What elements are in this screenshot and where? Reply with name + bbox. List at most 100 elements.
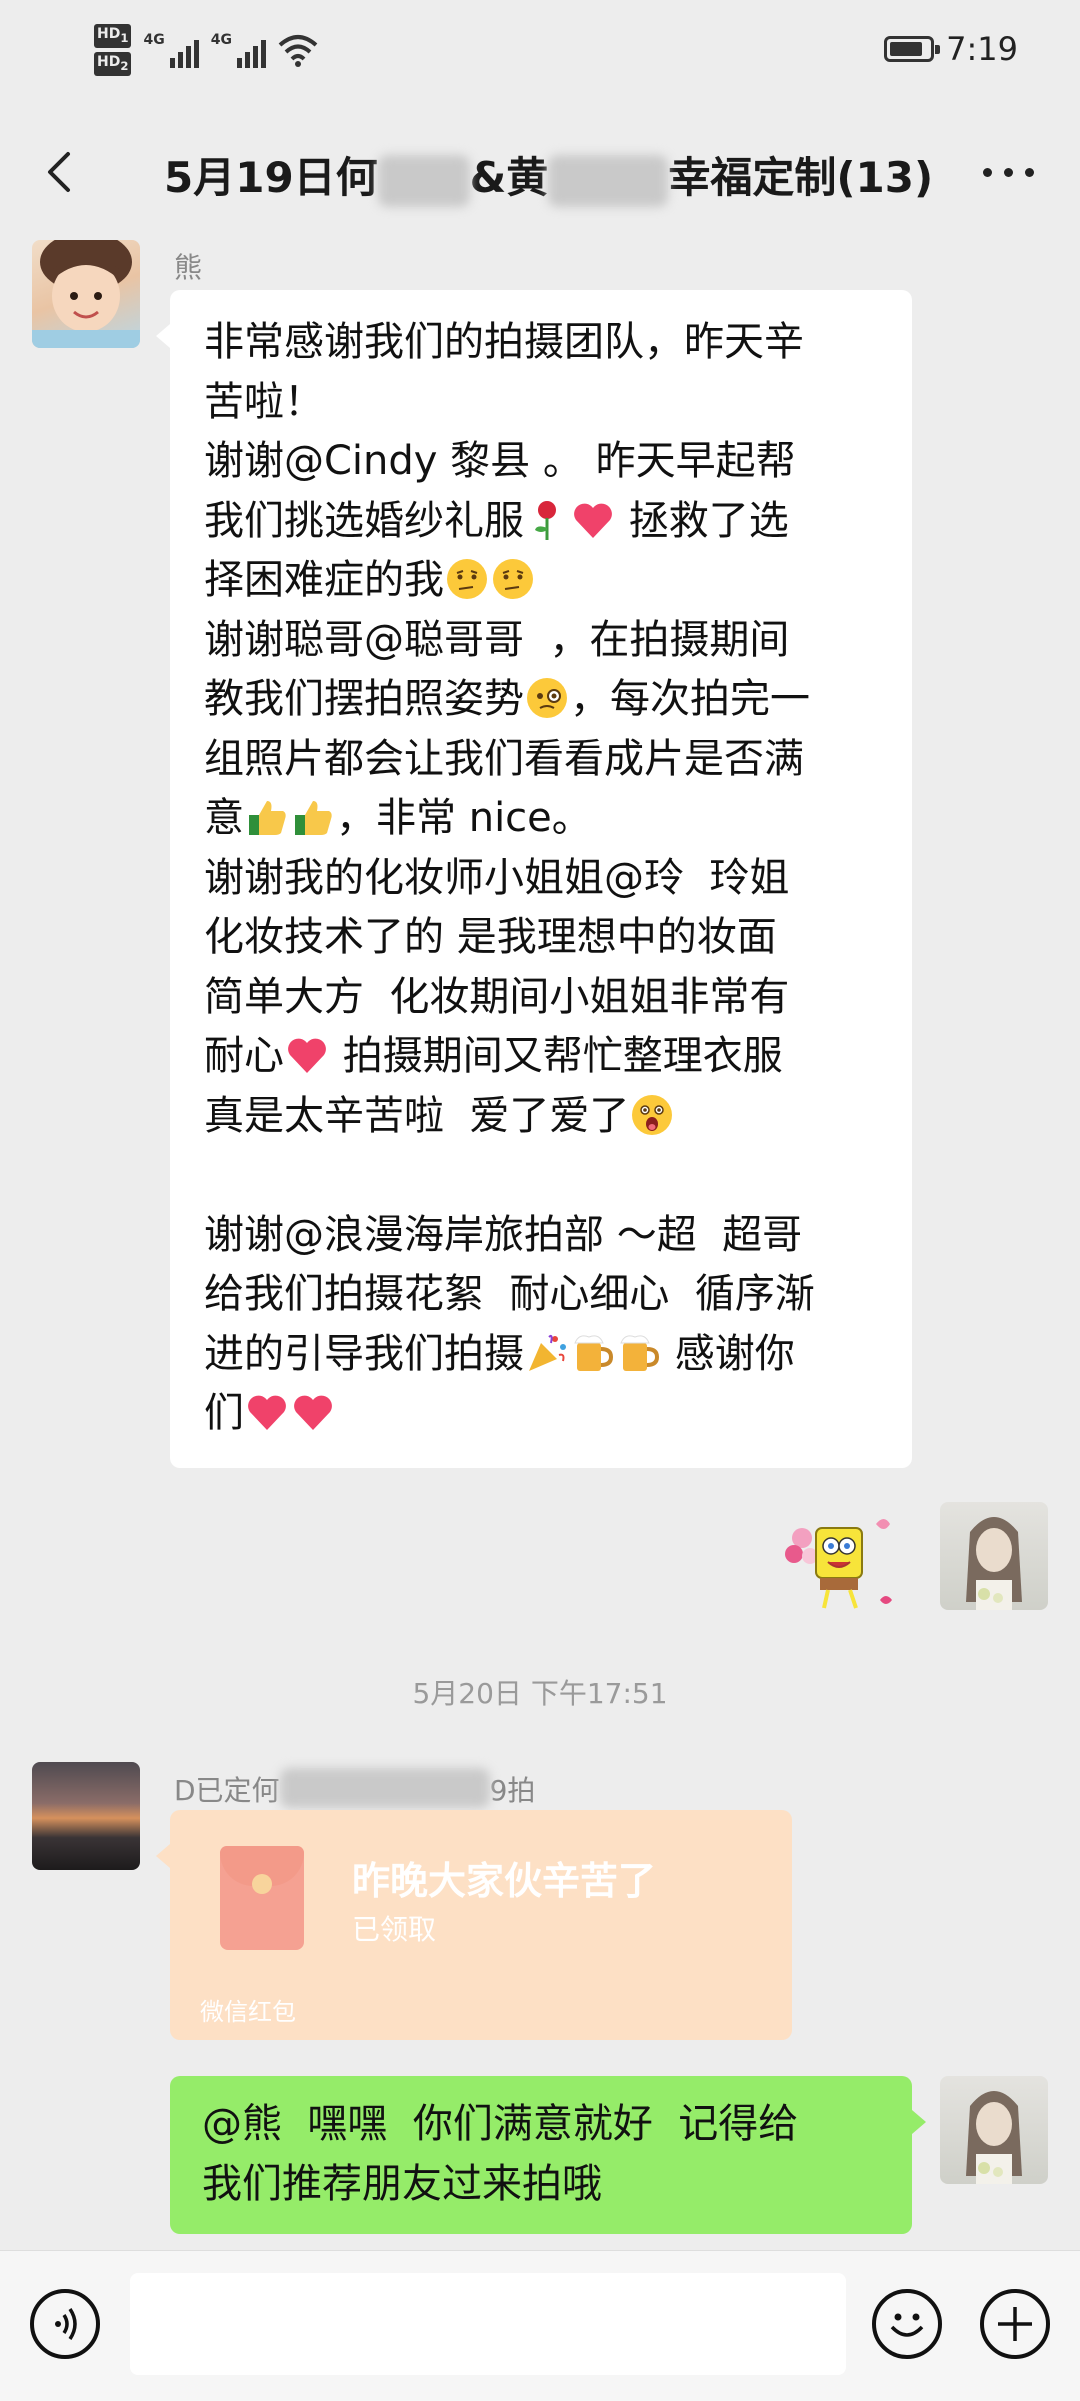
- wifi-icon: [278, 34, 318, 67]
- more-options-icon[interactable]: [983, 168, 1034, 177]
- hd-indicator: HD1 HD2: [94, 22, 132, 78]
- monocle-face-emoji: [527, 678, 567, 718]
- line-text: @熊 嘿嘿 你们满意就好 记得给: [202, 2101, 799, 2147]
- line-text: 谢谢聪哥@聪哥哥 ，在拍摄期间: [204, 616, 790, 663]
- red-packet-brand: 微信红包: [200, 1998, 296, 2026]
- back-arrow-icon[interactable]: [38, 148, 86, 196]
- line-text: 我们挑选婚纱礼服: [204, 497, 524, 544]
- network-indicators: HD1 HD2 4G 4G: [94, 22, 318, 78]
- clock: 7:19: [946, 30, 1018, 68]
- message-line: 组照片都会让我们看看成片是否满: [204, 730, 880, 790]
- message-timestamp: 5月20日 下午17:51: [412, 1677, 668, 1710]
- message-line: 给我们拍摄花絮 耐心细心 循序渐: [204, 1265, 880, 1325]
- avatar[interactable]: [32, 1762, 140, 1870]
- line-text: 谢谢我的化妆师小姐姐@玲 玲姐: [204, 854, 790, 901]
- sender-name: 熊: [174, 251, 203, 284]
- network-type-label: 4G: [210, 31, 232, 48]
- heart-emoji: [574, 503, 612, 538]
- red-packet-card[interactable]: 昨晚大家伙辛苦了 已领取 微信红包: [156, 1810, 792, 2040]
- sender-name-part: 9拍: [489, 1774, 536, 1807]
- red-packet-title: 昨晚大家伙辛苦了: [352, 1859, 657, 1903]
- my-message-bubble[interactable]: @熊 嘿嘿 你们满意就好 记得给 我们推荐朋友过来拍哦: [170, 2076, 926, 2234]
- message-line: 意 ，非常 nice。: [204, 789, 880, 849]
- message-line: 择困难症的我: [204, 551, 880, 611]
- message-line: [204, 1146, 880, 1206]
- smiley-icon: [890, 2313, 924, 2337]
- sticker-image: [785, 1519, 892, 1609]
- message-line: 我们挑选婚纱礼服 拯救了选: [204, 492, 880, 552]
- voice-input-button[interactable]: [30, 2289, 100, 2359]
- line-text: ，每次拍完一: [570, 676, 810, 722]
- rose-emoji: [535, 500, 556, 540]
- line-text: 真是太辛苦啦 爱了爱了: [204, 1092, 630, 1139]
- heart-emoji: [248, 1395, 286, 1430]
- title-part: 5月19日何: [164, 153, 378, 202]
- line-text: 教我们摆拍照姿势: [204, 676, 524, 722]
- status-right: 7:19: [884, 30, 1018, 68]
- avatar-girl-image: [32, 240, 140, 348]
- thumbs-up-emoji: [295, 801, 332, 835]
- voice-icon: [55, 2308, 77, 2340]
- blurred-name: [548, 154, 669, 207]
- title-part: &黄: [469, 153, 549, 202]
- sender-name-part: D已定何: [174, 1774, 280, 1807]
- signal-icon-2: 4G: [211, 32, 266, 68]
- line-text: 们: [204, 1390, 244, 1436]
- more-functions-button[interactable]: [980, 2289, 1050, 2359]
- line-text: 谢谢@浪漫海岸旅拍部 ～超 超哥: [204, 1211, 803, 1258]
- message-line: 谢谢@Cindy 黎县 。 昨天早起帮: [204, 432, 880, 492]
- line-text: 意: [204, 795, 244, 841]
- my-avatar[interactable]: [940, 1502, 1048, 1610]
- spongebob-sticker[interactable]: [780, 1508, 910, 1618]
- line-text: 拍摄期间又帮忙整理衣服: [330, 1033, 783, 1079]
- hd1-label: HD1: [94, 24, 132, 48]
- hd2-label: HD2: [94, 51, 132, 76]
- signal-icon-1: 4G: [143, 31, 199, 68]
- heart-emoji: [288, 1038, 326, 1073]
- line-text: 组照片都会让我们看看成片是否满: [204, 735, 804, 782]
- message-bubble[interactable]: 非常感谢我们的拍摄团队，昨天辛 苦啦！ 谢谢@Cindy 黎县 。 昨天早起帮 我们挑…: [156, 290, 912, 1468]
- line-text: 苦啦！: [204, 378, 324, 425]
- line-text: ，非常 nice。: [336, 795, 592, 841]
- message-line: 教我们摆拍照姿势 ，每次拍完一: [204, 670, 880, 730]
- beer-mug-emoji: [620, 1334, 660, 1371]
- message-line: 我们推荐朋友过来拍哦: [202, 2155, 882, 2215]
- plus-icon: [998, 2307, 1032, 2341]
- line-text: 择困难症的我: [204, 557, 444, 603]
- avatar-woman-image: [966, 2091, 1022, 2184]
- my-avatar[interactable]: [940, 2076, 1048, 2184]
- message-line: 谢谢@浪漫海岸旅拍部 ～超 超哥: [204, 1206, 880, 1266]
- sender-name: D已定何 9拍: [174, 1768, 535, 1809]
- message-line: 苦啦！: [204, 373, 880, 433]
- message-line: 们: [204, 1384, 880, 1444]
- heart-emoji: [294, 1395, 332, 1430]
- network-type-label: 4G: [143, 31, 165, 48]
- message-input[interactable]: [130, 2273, 846, 2375]
- red-packet-status: 已领取: [352, 1913, 437, 1946]
- message-line: 简单大方 化妆期间小姐姐非常有: [204, 968, 880, 1028]
- message-text: 非常感谢我们的拍摄团队，昨天辛 苦啦！ 谢谢@Cindy 黎县 。 昨天早起帮 我们挑…: [204, 313, 880, 1444]
- line-text: 给我们拍摄花絮 耐心细心 循序渐: [204, 1271, 815, 1317]
- line-text: 化妆技术了的 是我理想中的妆面: [204, 914, 777, 960]
- line-text: 简单大方 化妆期间小姐姐非常有: [204, 973, 790, 1020]
- message-line: 耐心 拍摄期间又帮忙整理衣服: [204, 1027, 880, 1087]
- message-line: 非常感谢我们的拍摄团队，昨天辛: [204, 313, 880, 373]
- message-line: 进的引导我们拍摄 感谢你: [204, 1325, 880, 1385]
- line-text: 感谢你: [662, 1330, 795, 1377]
- chat-header: 5月19日何 &黄 幸福定制(13): [0, 110, 1080, 235]
- chat-title: 5月19日何 &黄 幸福定制(13): [164, 144, 933, 207]
- line-text: 我们推荐朋友过来拍哦: [202, 2160, 602, 2207]
- blurred-name: [377, 154, 470, 207]
- status-bar: HD1 HD2 4G 4G 7:19: [0, 0, 1080, 110]
- message-line: 谢谢我的化妆师小姐姐@玲 玲姐: [204, 849, 880, 909]
- party-popper-emoji: [529, 1334, 566, 1371]
- message-text: @熊 嘿嘿 你们满意就好 记得给 我们推荐朋友过来拍哦: [202, 2095, 882, 2214]
- message-line: @熊 嘿嘿 你们满意就好 记得给: [202, 2095, 882, 2155]
- blurred-name: [279, 1768, 490, 1808]
- thumbs-up-emoji: [249, 801, 286, 835]
- red-packet-icon: [220, 1846, 304, 1950]
- avatar[interactable]: [32, 240, 140, 348]
- emoji-button[interactable]: [872, 2289, 942, 2359]
- thinking-face-emoji: [493, 559, 533, 599]
- line-text: 非常感谢我们的拍摄团队，昨天辛: [204, 319, 804, 365]
